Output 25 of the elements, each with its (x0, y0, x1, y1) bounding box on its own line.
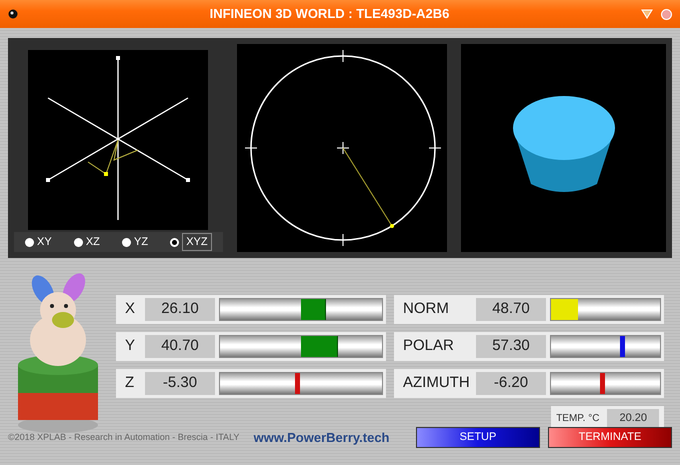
view-radio[interactable]: YZ (120, 234, 150, 250)
temperature-value: 20.20 (607, 409, 659, 428)
gauge-label: Y (124, 336, 136, 356)
website-link[interactable]: www.PowerBerry.tech (254, 428, 416, 448)
gauge-value: 48.70 (476, 298, 546, 321)
close-icon[interactable] (661, 8, 672, 20)
window-menu-icon[interactable] (8, 9, 18, 19)
gauge-value: -6.20 (476, 372, 546, 395)
view-radio[interactable]: XZ (72, 234, 102, 250)
minimize-icon[interactable] (641, 9, 653, 19)
gauge-label: AZIMUTH (402, 373, 471, 394)
gauge-value: -5.30 (145, 372, 215, 395)
gauge-label: X (124, 299, 136, 320)
gauge-label: POLAR (402, 336, 455, 356)
gauge-label: Z (124, 373, 136, 394)
window-title: INFINEON 3D WORLD : TLE493D-A2B6 (208, 5, 450, 24)
gauge-value: 57.30 (476, 335, 546, 358)
terminate-button[interactable]: TERMINATE (548, 427, 672, 448)
temperature-label: TEMP. °C (556, 412, 600, 426)
gauge-value: 40.70 (145, 335, 215, 358)
view-radio[interactable]: XY (23, 234, 54, 250)
setup-button[interactable]: SETUP (416, 427, 540, 448)
gauge-label: NORM (402, 299, 450, 320)
copyright-text: ©2018 XPLAB - Research in Automation - Brescia - ITALY (8, 430, 240, 444)
gauge-value: 26.10 (145, 298, 215, 321)
